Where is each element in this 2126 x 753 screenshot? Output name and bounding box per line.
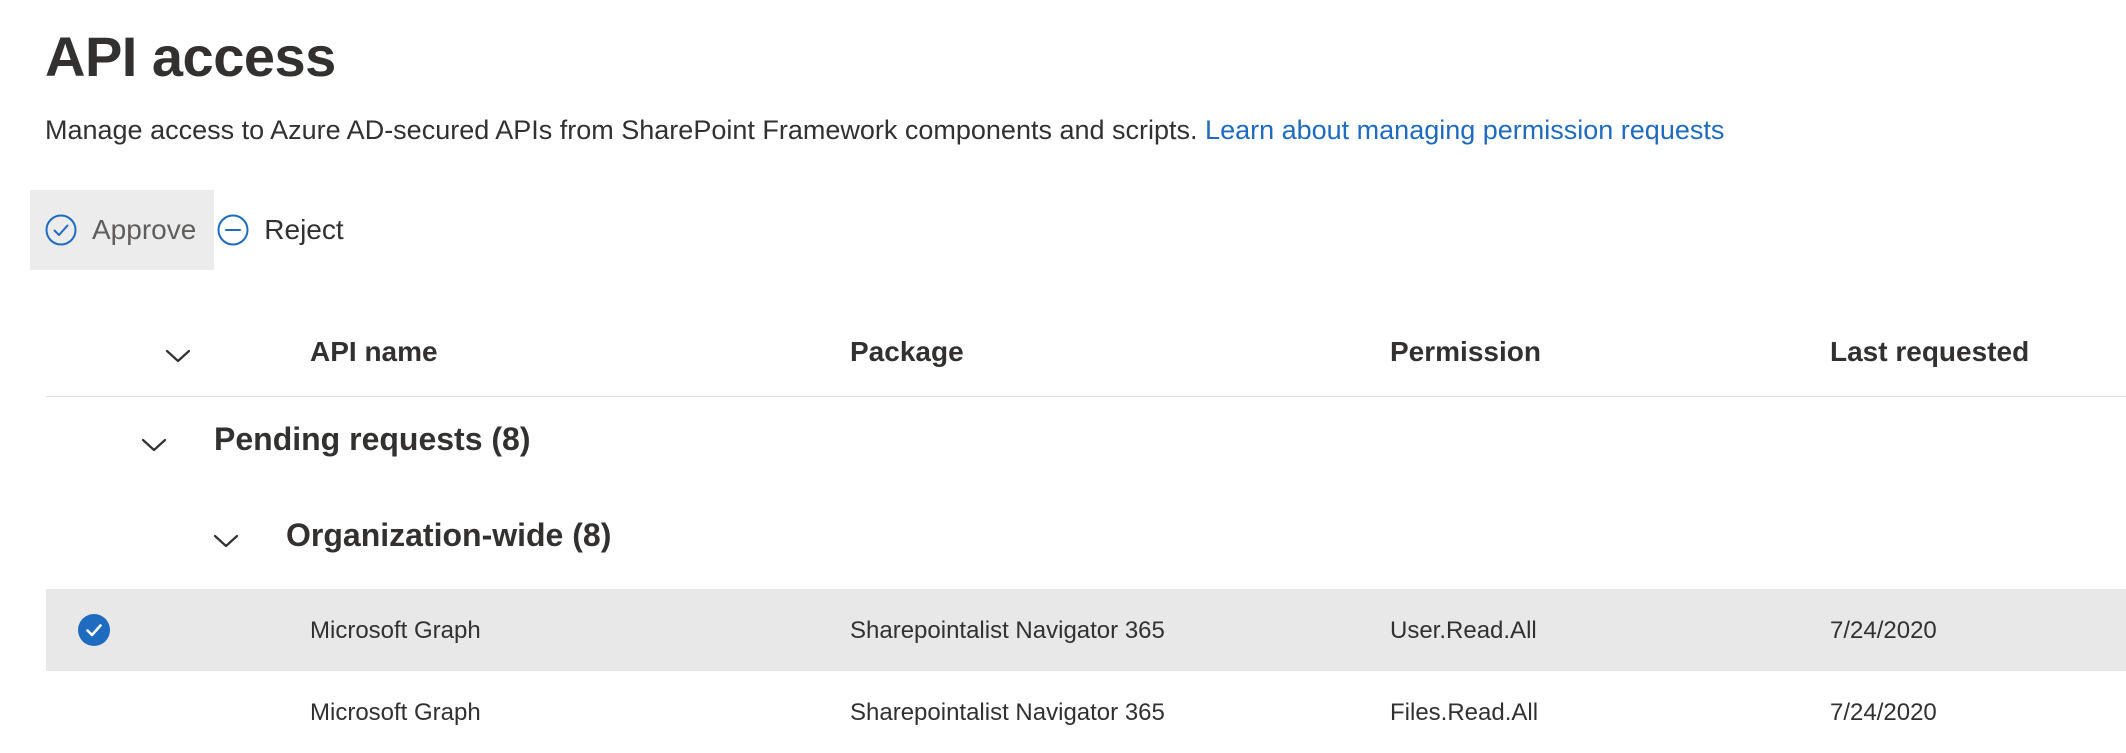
cell-api-name: Microsoft Graph [310, 617, 481, 644]
cell-last-requested: 7/24/2020 [1830, 617, 1937, 644]
table-row[interactable]: Microsoft Graph Sharepointalist Navigato… [46, 671, 2126, 753]
table-row[interactable]: Microsoft Graph Sharepointalist Navigato… [46, 589, 2126, 671]
page-description: Manage access to Azure AD-secured APIs f… [45, 112, 1724, 148]
group-chevron-down-icon[interactable] [136, 427, 172, 463]
reject-button[interactable]: Reject [214, 190, 361, 270]
cell-package: Sharepointalist Navigator 365 [850, 699, 1165, 726]
group-header-organization-wide[interactable]: Organization-wide (8) [46, 493, 2126, 589]
cell-last-requested: 7/24/2020 [1830, 699, 1937, 726]
requests-grid: API name Package Permission Last request… [46, 318, 2126, 753]
group-title: Pending requests (8) [214, 421, 531, 457]
collapse-all-chevron-icon[interactable] [160, 338, 196, 374]
command-bar: Approve Reject [30, 190, 362, 270]
cell-api-name: Microsoft Graph [310, 699, 481, 726]
page-title: API access [45, 25, 336, 88]
approve-button[interactable]: Approve [30, 190, 215, 270]
column-header-api-name[interactable]: API name [310, 336, 438, 368]
reject-label: Reject [264, 214, 344, 245]
cell-permission: User.Read.All [1390, 617, 1537, 644]
row-checkbox-checked-icon[interactable] [77, 613, 111, 647]
learn-more-link[interactable]: Learn about managing permission requests [1205, 115, 1724, 145]
grid-header-row: API name Package Permission Last request… [46, 318, 2126, 397]
subgroup-chevron-down-icon[interactable] [208, 523, 244, 559]
column-header-package[interactable]: Package [850, 336, 964, 368]
column-header-last-requested[interactable]: Last requested [1830, 336, 2029, 368]
column-header-permission[interactable]: Permission [1390, 336, 1541, 368]
minus-circle-icon [216, 213, 250, 247]
description-text: Manage access to Azure AD-secured APIs f… [45, 115, 1198, 145]
subgroup-title: Organization-wide (8) [286, 517, 612, 553]
cell-package: Sharepointalist Navigator 365 [850, 617, 1165, 644]
group-header-pending-requests[interactable]: Pending requests (8) [46, 397, 2126, 493]
check-circle-icon [44, 213, 78, 247]
approve-label: Approve [92, 214, 197, 245]
cell-permission: Files.Read.All [1390, 699, 1539, 726]
